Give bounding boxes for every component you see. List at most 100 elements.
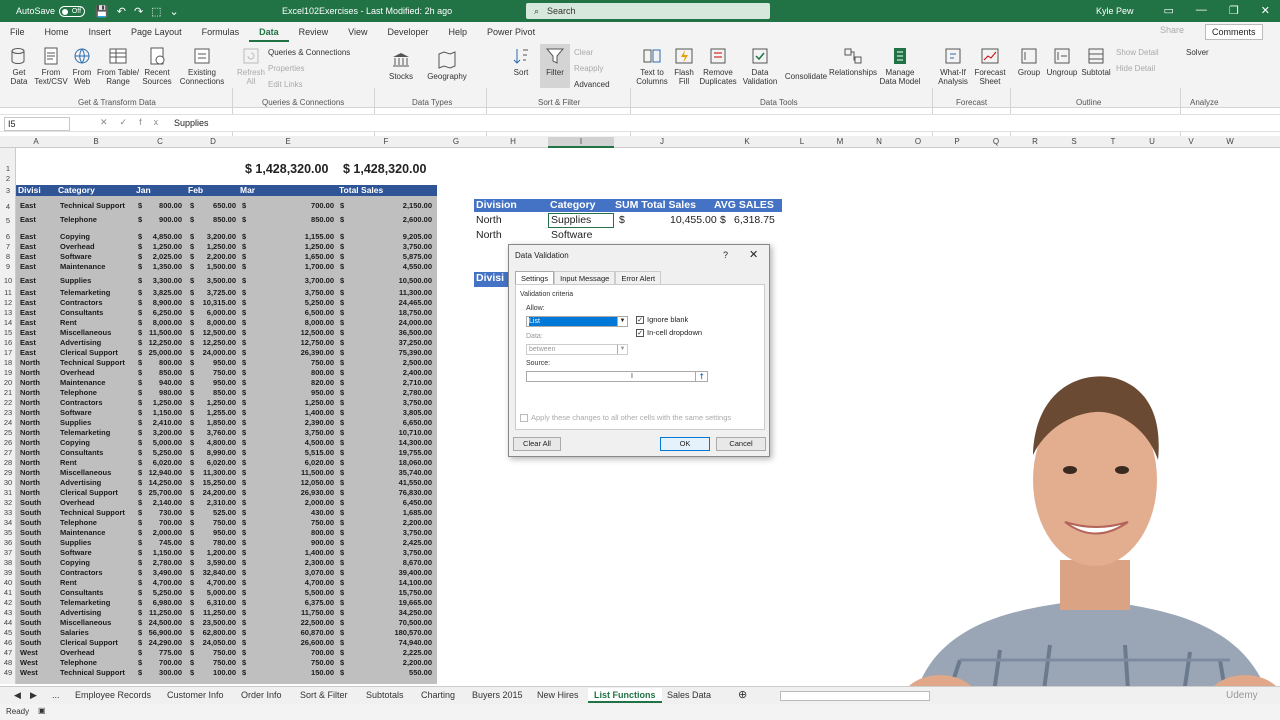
collapse-dialog-icon[interactable]: ⭡ (695, 372, 707, 381)
table-row[interactable]: East Telemarketing $3,825.00 $3,725.00 $3,75… (16, 288, 437, 298)
manage-data-model-button[interactable]: Manage Data Model (878, 46, 922, 86)
tab-page-layout[interactable]: Page Layout (121, 22, 192, 42)
row-header[interactable]: 48 (0, 658, 16, 667)
geography-button[interactable]: Geography (424, 50, 470, 81)
column-header[interactable]: J (614, 137, 710, 146)
hide-detail-button[interactable]: Hide Detail (1116, 64, 1155, 73)
row-header[interactable]: 31 (0, 488, 16, 497)
table-row[interactable]: North Telemarketing $3,200.00 $3,760.00 $3,7… (16, 428, 437, 438)
table-row[interactable]: South Contractors $3,490.00 $32,840.00 $3,07… (16, 568, 437, 578)
column-header[interactable]: P (938, 137, 976, 146)
source-input[interactable]: I ⭡ (526, 371, 708, 382)
row-header[interactable]: 29 (0, 468, 16, 477)
restore-icon[interactable]: ❐ (1229, 4, 1239, 17)
row-header[interactable]: 8 (0, 252, 16, 261)
reapply-button[interactable]: Reapply (574, 64, 603, 73)
table-row[interactable]: North Maintenance $940.00 $950.00 $820.00 $2,… (16, 378, 437, 388)
row-header[interactable]: 27 (0, 448, 16, 457)
table-row[interactable]: North Telephone $980.00 $850.00 $950.00 $2,78… (16, 388, 437, 398)
column-header[interactable]: E (238, 137, 338, 146)
user-name[interactable]: Kyle Pew (1096, 6, 1134, 16)
table-row[interactable]: North Software $1,150.00 $1,255.00 $1,400.00… (16, 408, 437, 418)
tab-settings[interactable]: Settings (515, 271, 555, 285)
get-data-button[interactable]: Get Data (6, 46, 32, 86)
row-header[interactable]: 7 (0, 242, 16, 251)
stocks-button[interactable]: Stocks (386, 50, 416, 81)
sort-button[interactable]: Sort (508, 46, 534, 77)
formula-icons[interactable]: ✕✓fx (100, 117, 170, 128)
prev-sheet-icon[interactable]: ◀ (14, 690, 21, 701)
table-row[interactable]: North Miscellaneous $12,940.00 $11,300.00 $1… (16, 468, 437, 478)
row-header[interactable]: 43 (0, 608, 16, 617)
column-header[interactable]: H (478, 137, 548, 146)
allow-select[interactable]: List ▼ (526, 316, 628, 327)
tab-home[interactable]: Home (35, 22, 79, 42)
row-header[interactable]: 21 (0, 388, 16, 397)
row-header[interactable]: 2 (0, 174, 16, 183)
table-row[interactable]: South Miscellaneous $24,500.00 $23,500.00 $2… (16, 618, 437, 628)
autosave-toggle[interactable]: Off (59, 5, 86, 17)
row-header[interactable]: 3 (0, 186, 16, 195)
table-row[interactable]: East Rent $8,000.00 $8,000.00 $8,000.00 $24,0… (16, 318, 437, 328)
row-header[interactable]: 39 (0, 568, 16, 577)
sheet-tab-employee-records[interactable]: Employee Records (75, 690, 151, 700)
forecast-sheet-button[interactable]: Forecast Sheet (974, 46, 1006, 86)
table-row[interactable]: North Rent $6,020.00 $6,020.00 $6,020.00 $18,… (16, 458, 437, 468)
table-row[interactable]: East Overhead $1,250.00 $1,250.00 $1,250.00 $… (16, 242, 437, 252)
row-header[interactable]: 42 (0, 598, 16, 607)
row-header[interactable]: 11 (0, 288, 16, 297)
ok-button[interactable]: OK (660, 437, 710, 451)
row-header[interactable]: 33 (0, 508, 16, 517)
consolidate-button[interactable]: Consolidate (784, 72, 828, 81)
from-text-csv-button[interactable]: From Text/CSV (34, 46, 68, 86)
from-table-range-button[interactable]: From Table/ Range (96, 46, 140, 86)
table-row[interactable]: East Supplies $3,300.00 $3,500.00 $3,700.00 $… (16, 276, 437, 286)
macro-record-icon[interactable]: ▣ (38, 706, 46, 715)
table-row[interactable]: West Technical Support $300.00 $100.00 $150.… (16, 668, 437, 678)
tab-formulas[interactable]: Formulas (192, 22, 250, 42)
tab-developer[interactable]: Developer (378, 22, 439, 42)
table-row[interactable]: South Overhead $2,140.00 $2,310.00 $2,000.00… (16, 498, 437, 508)
summary-avg[interactable]: 6,318.75 (734, 214, 775, 226)
row-header[interactable]: 30 (0, 478, 16, 487)
header-jan[interactable]: Jan (136, 185, 151, 195)
summary-sum[interactable]: 10,455.00 (670, 214, 717, 226)
sheet-tab-order-info[interactable]: Order Info (241, 690, 282, 700)
table-row[interactable]: East Miscellaneous $11,500.00 $12,500.00 $12… (16, 328, 437, 338)
flash-fill-button[interactable]: Flash Fill (672, 46, 696, 86)
row-header[interactable]: 22 (0, 398, 16, 407)
relationships-button[interactable]: Relationships (828, 46, 878, 77)
row-header[interactable]: 13 (0, 308, 16, 317)
table-row[interactable]: South Technical Support $730.00 $525.00 $430… (16, 508, 437, 518)
row-header[interactable]: 9 (0, 262, 16, 271)
row-header[interactable]: 37 (0, 548, 16, 557)
help-icon[interactable]: ? (723, 250, 728, 260)
summary-category-cell[interactable]: Supplies (548, 213, 614, 228)
row-header[interactable]: 44 (0, 618, 16, 627)
row-header[interactable]: 46 (0, 638, 16, 647)
table-row[interactable]: South Copying $2,780.00 $3,590.00 $2,300.00 $… (16, 558, 437, 568)
table-row[interactable]: North Consultants $5,250.00 $8,990.00 $5,515… (16, 448, 437, 458)
row-header[interactable]: 4 (0, 202, 16, 211)
row-header[interactable]: 10 (0, 276, 16, 285)
row-header[interactable]: 40 (0, 578, 16, 587)
row-header[interactable]: 19 (0, 368, 16, 377)
column-header[interactable]: R (1016, 137, 1054, 146)
table-row[interactable]: South Maintenance $2,000.00 $950.00 $800.00 $… (16, 528, 437, 538)
close-icon[interactable]: ✕ (1261, 4, 1270, 17)
existing-connections-button[interactable]: Existing Connections (178, 46, 226, 86)
data-select[interactable]: between ▼ (526, 344, 628, 355)
recent-sources-button[interactable]: Recent Sources (142, 46, 172, 86)
table-row[interactable]: South Supplies $745.00 $780.00 $900.00 $2,425… (16, 538, 437, 548)
table-row[interactable]: South Telephone $700.00 $750.00 $750.00 $2,20… (16, 518, 437, 528)
row-header[interactable]: 49 (0, 668, 16, 677)
queries-connections-button[interactable]: Queries & Connections (268, 48, 350, 57)
sheet-tab-sales-data[interactable]: Sales Data (667, 690, 711, 700)
close-icon[interactable]: ✕ (749, 248, 758, 261)
sheet-tab-buyers-2015[interactable]: Buyers 2015 (472, 690, 523, 700)
next-sheet-icon[interactable]: ▶ (30, 690, 37, 701)
table-row[interactable]: South Advertising $11,250.00 $11,250.00 $11,… (16, 608, 437, 618)
show-detail-button[interactable]: Show Detail (1116, 48, 1159, 57)
row-header[interactable]: 34 (0, 518, 16, 527)
row-header[interactable]: 5 (0, 216, 16, 225)
